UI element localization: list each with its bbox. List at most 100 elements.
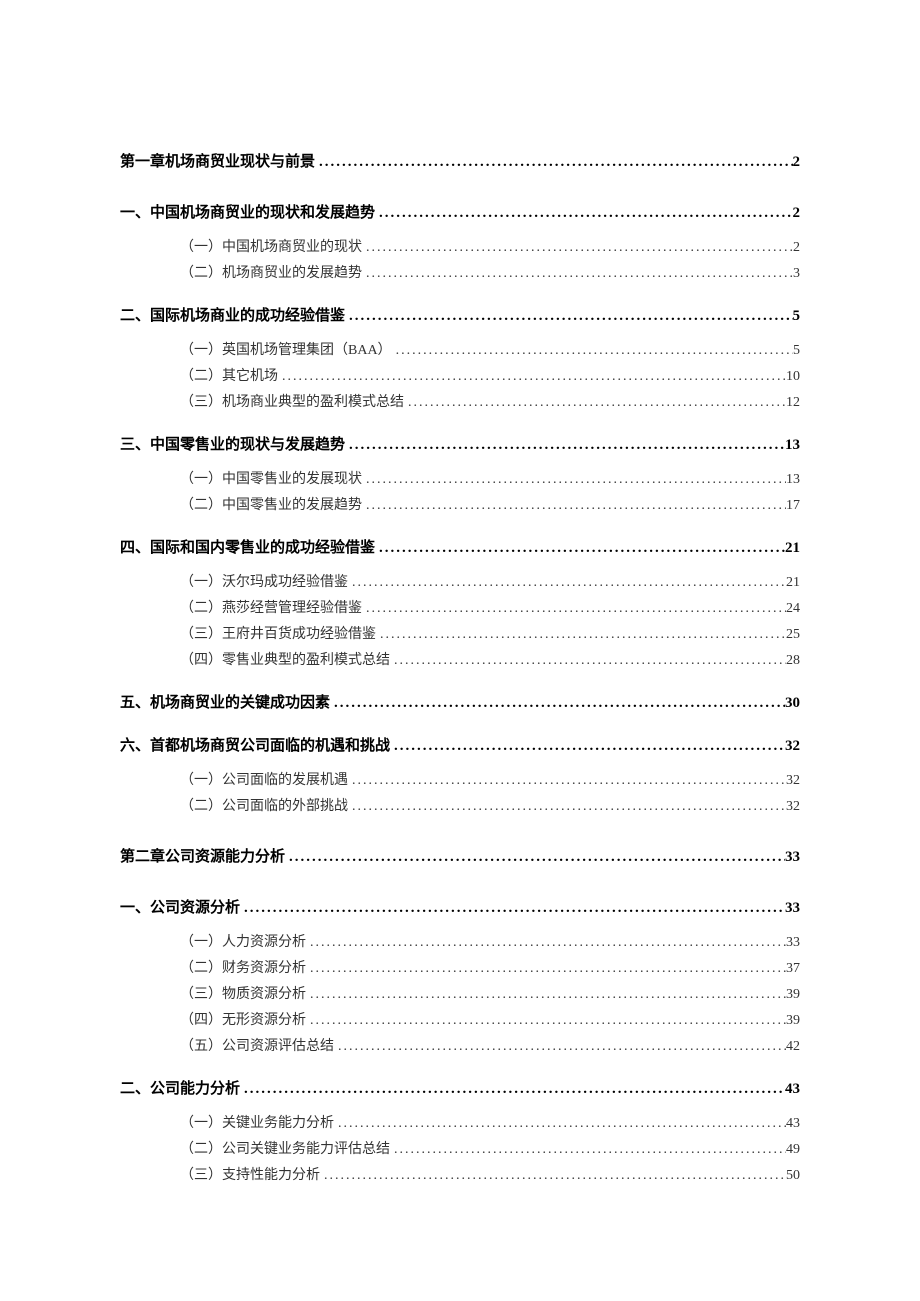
toc-leader-dots: ........................................… (390, 738, 785, 755)
toc-entry: （二）其它机场.................................… (120, 365, 800, 385)
toc-entry: （一）人力资源分析...............................… (120, 931, 800, 951)
toc-page-number: 28 (786, 653, 800, 669)
toc-page-number: 2 (793, 205, 801, 222)
toc-title: 第一章机场商贸业现状与前景 (120, 150, 315, 171)
toc-leader-dots: ........................................… (362, 266, 793, 282)
toc-title: （三）支持性能力分析 (120, 1164, 320, 1184)
toc-leader-dots: ........................................… (306, 987, 786, 1003)
toc-entry: （一）公司面临的发展机遇............................… (120, 769, 800, 789)
toc-title: （一）关键业务能力分析 (120, 1112, 334, 1132)
toc-page-number: 13 (785, 437, 800, 454)
toc-page-number: 32 (785, 738, 800, 755)
toc-entry: （二）公司关键业务能力评估总结.........................… (120, 1138, 800, 1158)
toc-entry: （二）燕莎经营管理经验借鉴...........................… (120, 597, 800, 617)
toc-leader-dots: ........................................… (345, 437, 785, 454)
toc-entry: （四）零售业典型的盈利模式总结.........................… (120, 649, 800, 669)
toc-title: （一）中国零售业的发展现状 (120, 468, 362, 488)
toc-leader-dots: ........................................… (404, 395, 786, 411)
toc-page-number: 2 (793, 154, 801, 171)
toc-leader-dots: ........................................… (362, 601, 786, 617)
toc-page-number: 32 (786, 799, 800, 815)
toc-title: （三）物质资源分析 (120, 983, 306, 1003)
toc-page-number: 49 (786, 1142, 800, 1158)
toc-entry: 五、机场商贸业的关键成功因素..........................… (120, 691, 800, 712)
toc-page-number: 39 (786, 1013, 800, 1029)
toc-entry: 一、公司资源分析................................… (120, 896, 800, 917)
toc-leader-dots: ........................................… (240, 1081, 785, 1098)
toc-leader-dots: ........................................… (278, 369, 786, 385)
toc-page-number: 39 (786, 987, 800, 1003)
toc-entry: （三）物质资源分析...............................… (120, 983, 800, 1003)
toc-leader-dots: ........................................… (334, 1116, 786, 1132)
toc-entry: （一）中国零售业的发展现状...........................… (120, 468, 800, 488)
toc-entry: （一）中国机场商贸业的现状...........................… (120, 236, 800, 256)
toc-entry: （三）王府井百货成功经验借鉴..........................… (120, 623, 800, 643)
toc-title: 二、公司能力分析 (120, 1077, 240, 1098)
toc-leader-dots: ........................................… (334, 1039, 786, 1055)
toc-page-number: 33 (785, 900, 800, 917)
toc-entry: 第一章机场商贸业现状与前景...........................… (120, 150, 800, 171)
toc-page-number: 3 (793, 266, 800, 282)
toc-leader-dots: ........................................… (330, 695, 785, 712)
toc-page-number: 33 (785, 849, 800, 866)
toc-page-number: 37 (786, 961, 800, 977)
toc-leader-dots: ........................................… (320, 1168, 786, 1184)
toc-title: 二、国际机场商业的成功经验借鉴 (120, 304, 345, 325)
toc-entry: （五）公司资源评估总结.............................… (120, 1035, 800, 1055)
toc-entry: （二）机场商贸业的发展趋势...........................… (120, 262, 800, 282)
toc-title: 一、中国机场商贸业的现状和发展趋势 (120, 201, 375, 222)
toc-entry: （二）公司面临的外部挑战............................… (120, 795, 800, 815)
toc-entry: （三）机场商业典型的盈利模式总结........................… (120, 391, 800, 411)
toc-entry: （一）英国机场管理集团（BAA）........................… (120, 339, 800, 359)
toc-leader-dots: ........................................… (375, 205, 792, 222)
toc-leader-dots: ........................................… (390, 1142, 786, 1158)
toc-leader-dots: ........................................… (348, 773, 786, 789)
toc-entry: （二）中国零售业的发展趋势...........................… (120, 494, 800, 514)
toc-page-number: 30 (785, 695, 800, 712)
toc-title: （四）零售业典型的盈利模式总结 (120, 649, 390, 669)
toc-entry: 四、国际和国内零售业的成功经验借鉴.......................… (120, 536, 800, 557)
toc-entry: 二、公司能力分析................................… (120, 1077, 800, 1098)
toc-title: （二）其它机场 (120, 365, 278, 385)
toc-page-number: 17 (786, 498, 800, 514)
toc-title: （二）机场商贸业的发展趋势 (120, 262, 362, 282)
toc-page-number: 2 (793, 240, 800, 256)
toc-leader-dots: ........................................… (392, 343, 793, 359)
toc-entry: （三）支持性能力分析..............................… (120, 1164, 800, 1184)
toc-page-number: 32 (786, 773, 800, 789)
toc-title: 五、机场商贸业的关键成功因素 (120, 691, 330, 712)
toc-leader-dots: ........................................… (348, 799, 786, 815)
toc-leader-dots: ........................................… (375, 540, 785, 557)
table-of-contents: 第一章机场商贸业现状与前景...........................… (120, 150, 800, 1184)
toc-title: （二）公司关键业务能力评估总结 (120, 1138, 390, 1158)
toc-leader-dots: ........................................… (348, 575, 786, 591)
toc-entry: （一）关键业务能力分析.............................… (120, 1112, 800, 1132)
toc-page-number: 42 (786, 1039, 800, 1055)
toc-title: （一）英国机场管理集团（BAA） (120, 339, 392, 359)
toc-page-number: 5 (793, 343, 800, 359)
toc-title: （一）中国机场商贸业的现状 (120, 236, 362, 256)
toc-page: 第一章机场商贸业现状与前景...........................… (0, 0, 920, 1301)
toc-page-number: 12 (786, 395, 800, 411)
toc-page-number: 43 (785, 1081, 800, 1098)
toc-title: 三、中国零售业的现状与发展趋势 (120, 433, 345, 454)
toc-page-number: 21 (785, 540, 800, 557)
toc-entry: （一）沃尔玛成功经验借鉴............................… (120, 571, 800, 591)
toc-leader-dots: ........................................… (306, 1013, 786, 1029)
toc-leader-dots: ........................................… (306, 961, 786, 977)
toc-page-number: 33 (786, 935, 800, 951)
toc-title: （三）王府井百货成功经验借鉴 (120, 623, 376, 643)
toc-leader-dots: ........................................… (306, 935, 786, 951)
toc-title: （五）公司资源评估总结 (120, 1035, 334, 1055)
toc-title: （一）人力资源分析 (120, 931, 306, 951)
toc-page-number: 24 (786, 601, 800, 617)
toc-title: （二）燕莎经营管理经验借鉴 (120, 597, 362, 617)
toc-title: （二）公司面临的外部挑战 (120, 795, 348, 815)
toc-entry: 二、国际机场商业的成功经验借鉴.........................… (120, 304, 800, 325)
toc-entry: 三、中国零售业的现状与发展趋势.........................… (120, 433, 800, 454)
toc-entry: （四）无形资源分析...............................… (120, 1009, 800, 1029)
toc-page-number: 25 (786, 627, 800, 643)
toc-title: （三）机场商业典型的盈利模式总结 (120, 391, 404, 411)
toc-leader-dots: ........................................… (362, 240, 793, 256)
toc-leader-dots: ........................................… (285, 849, 785, 866)
